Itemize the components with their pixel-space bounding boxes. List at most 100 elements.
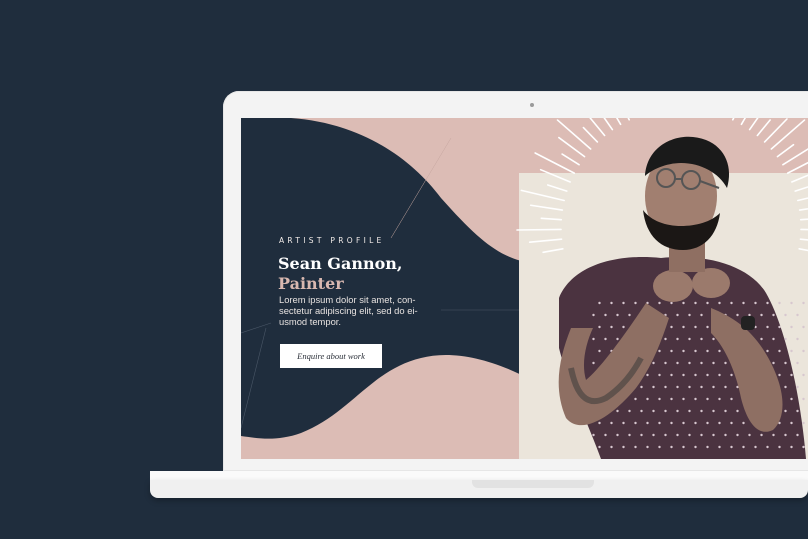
shirt-dot xyxy=(682,301,685,305)
shirt-dot xyxy=(598,301,601,305)
shirt-dot xyxy=(670,349,673,353)
shirt-dot xyxy=(682,397,685,401)
shirt-dot xyxy=(664,385,667,389)
sunburst-ray xyxy=(516,228,562,231)
shirt-dot xyxy=(706,397,709,401)
shirt-dot xyxy=(688,361,691,365)
shirt-dot xyxy=(706,301,709,305)
artist-role: Painter xyxy=(278,274,344,293)
shirt-dot xyxy=(700,337,703,341)
shirt-dot xyxy=(694,373,697,377)
shirt-dot xyxy=(670,397,673,401)
shirt-dot xyxy=(796,385,799,389)
shirt-dot xyxy=(694,445,697,449)
shirt-dot xyxy=(592,433,595,437)
shirt-dot xyxy=(652,385,655,389)
shirt-dot xyxy=(730,373,733,377)
shirt-dot xyxy=(658,397,661,401)
shirt-dot xyxy=(646,445,649,449)
shirt-dot xyxy=(604,433,607,437)
shirt-dot xyxy=(616,313,619,317)
shirt-dot xyxy=(694,349,697,353)
shirt-dot xyxy=(622,325,625,329)
shirt-dot xyxy=(724,385,727,389)
shirt-dot xyxy=(772,337,775,341)
shirt-dot xyxy=(796,313,799,317)
shirt-dot xyxy=(670,445,673,449)
shirt-dot xyxy=(634,445,637,449)
shirt-dot xyxy=(634,397,637,401)
shirt-dot xyxy=(664,409,667,413)
shirt-dot xyxy=(766,445,769,449)
page-title: Sean Gannon, Painter xyxy=(278,254,402,294)
shirt-dot xyxy=(706,421,709,425)
shirt-dot xyxy=(802,349,805,353)
shirt-dot xyxy=(784,361,787,365)
artist-name: Sean Gannon, xyxy=(278,254,403,273)
shirt-dot xyxy=(718,397,721,401)
shirt-dot xyxy=(652,361,655,365)
shirt-dot xyxy=(682,373,685,377)
shirt-dot xyxy=(664,433,667,437)
shirt-dot xyxy=(790,349,793,353)
shirt-dot xyxy=(712,409,715,413)
shirt-dot xyxy=(790,421,793,425)
shirt-dot xyxy=(718,445,721,449)
shirt-dot xyxy=(616,409,619,413)
shirt-dot xyxy=(790,301,793,305)
shirt-dot xyxy=(784,385,787,389)
shirt-dot xyxy=(628,433,631,437)
shirt-dot xyxy=(688,385,691,389)
shirt-dot xyxy=(622,421,625,425)
shirt-dot xyxy=(670,421,673,425)
shirt-dot xyxy=(736,409,739,413)
shirt-dot xyxy=(646,373,649,377)
shirt-dot xyxy=(706,325,709,329)
shirt-dot xyxy=(670,325,673,329)
shirt-dot xyxy=(796,361,799,365)
shirt-dot xyxy=(718,421,721,425)
shirt-dot xyxy=(718,301,721,305)
shirt-dot xyxy=(706,373,709,377)
shirt-dot xyxy=(742,421,745,425)
shirt-dot xyxy=(610,445,613,449)
shirt-dot xyxy=(694,325,697,329)
shirt-dot xyxy=(616,433,619,437)
eyebrow-label: ARTIST PROFILE xyxy=(279,236,385,245)
shirt-dot xyxy=(778,373,781,377)
shirt-dot xyxy=(592,313,595,317)
shirt-dot xyxy=(670,373,673,377)
shirt-dot xyxy=(730,445,733,449)
shirt-dot xyxy=(676,361,679,365)
shirt-dot xyxy=(790,445,793,449)
shirt-dot xyxy=(682,325,685,329)
shirt-dot xyxy=(736,313,739,317)
shirt-dot xyxy=(652,433,655,437)
shirt-dot xyxy=(610,325,613,329)
shirt-dot xyxy=(652,409,655,413)
shirt-dot xyxy=(628,409,631,413)
shirt-dot xyxy=(790,397,793,401)
shirt-dot xyxy=(688,337,691,341)
shirt-dot xyxy=(598,421,601,425)
shirt-dot xyxy=(748,433,751,437)
shirt-dot xyxy=(784,409,787,413)
shirt-dot xyxy=(706,445,709,449)
shirt-dot xyxy=(700,385,703,389)
enquire-button[interactable]: Enquire about work xyxy=(280,344,382,368)
shirt-dot xyxy=(670,301,673,305)
shirt-dot xyxy=(610,421,613,425)
shirt-dot xyxy=(658,373,661,377)
shirt-dot xyxy=(676,337,679,341)
shirt-dot xyxy=(694,397,697,401)
shirt-dot xyxy=(634,301,637,305)
shirt-dot xyxy=(712,385,715,389)
shirt-dot xyxy=(658,349,661,353)
shirt-dot xyxy=(658,445,661,449)
shirt-dot xyxy=(712,433,715,437)
shirt-dot xyxy=(592,337,595,341)
shirt-dot xyxy=(604,313,607,317)
website-screen: ARTIST PROFILE Sean Gannon, Painter Lore… xyxy=(241,118,808,459)
shirt-dot xyxy=(616,337,619,341)
shirt-dot xyxy=(784,433,787,437)
